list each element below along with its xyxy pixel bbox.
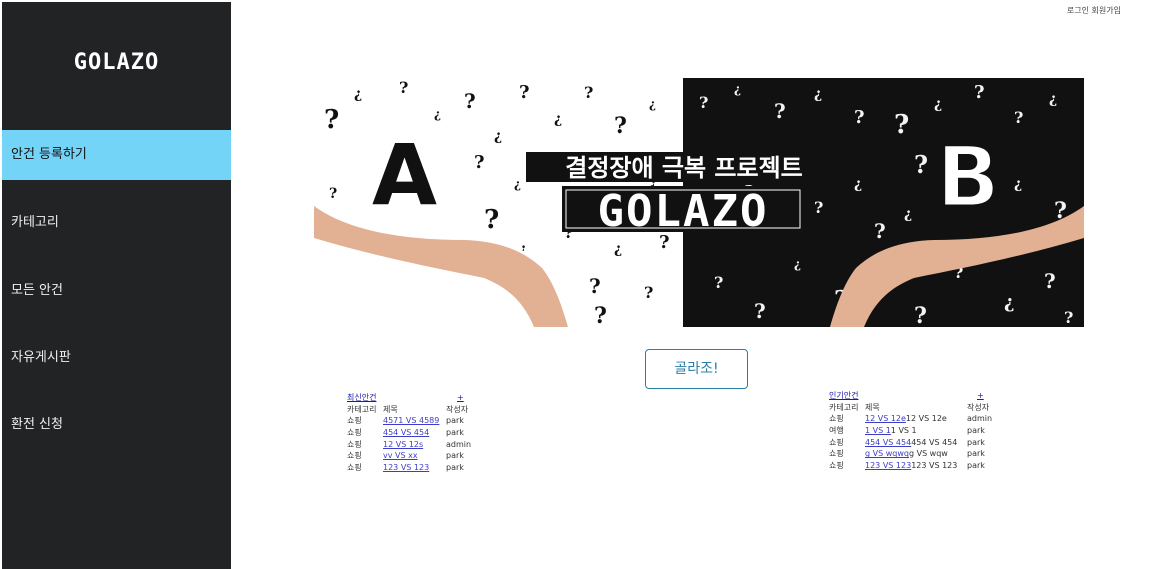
banner-brand: GOLAZO xyxy=(598,186,769,237)
svg-text:?: ? xyxy=(1044,269,1056,293)
topic-link[interactable]: 12 VS 12s xyxy=(383,440,423,449)
table-row: 쇼핑 454 VS 454454 VS 454 park xyxy=(829,437,985,447)
table-row: 쇼핑 g VS wqwqg VS wqw park xyxy=(829,449,985,459)
svg-text:¿: ¿ xyxy=(734,82,741,96)
svg-text:?: ? xyxy=(614,113,627,139)
banner-letter-a: A xyxy=(372,126,437,224)
svg-text:¿: ¿ xyxy=(614,241,622,257)
topic-link[interactable]: 123 VS 123 xyxy=(865,461,911,470)
svg-text:¿: ¿ xyxy=(934,96,942,112)
sidebar-item-all-topics[interactable]: 모든 안건 xyxy=(2,266,231,316)
sidebar-item-free-board[interactable]: 자유게시판 xyxy=(2,333,231,383)
popular-table-header: 카테고리 제목 작성자 xyxy=(829,402,990,412)
svg-text:¿: ¿ xyxy=(794,257,801,271)
topic-link[interactable]: 12 VS 12e xyxy=(865,414,906,423)
svg-text:?: ? xyxy=(814,198,823,217)
table-row: 쇼핑 123 VS 123123 VS 123 park xyxy=(829,461,985,471)
table-row: 쇼핑 4571 VS 4589 park xyxy=(347,416,464,426)
topic-link[interactable]: 454 VS 454 xyxy=(383,428,429,437)
sidebar-logo[interactable]: GOLAZO xyxy=(2,50,231,75)
svg-text:?: ? xyxy=(774,99,786,123)
svg-text:¿: ¿ xyxy=(1049,91,1057,107)
topic-link[interactable]: 454 VS 454 xyxy=(865,438,911,447)
top-links: 로그인 회원가입 xyxy=(1067,5,1121,16)
svg-text:?: ? xyxy=(519,82,530,103)
topic-link[interactable]: 4571 VS 4589 xyxy=(383,416,439,425)
svg-text:?: ? xyxy=(874,219,886,243)
table-row: 쇼핑 vv VS xx park xyxy=(347,451,464,461)
sidebar-item-register-topic[interactable]: 안건 등록하기 xyxy=(2,130,231,180)
svg-text:?: ? xyxy=(1014,108,1023,127)
latest-topics-title[interactable]: 최신안건 xyxy=(347,392,376,404)
latest-topics-panel: 최신안건 + 카테고리 제목 작성자 쇼핑 4571 VS 4589 park … xyxy=(347,392,497,474)
svg-text:¿: ¿ xyxy=(514,177,521,191)
table-row: 쇼핑 12 VS 12e12 VS 12e admin xyxy=(829,414,993,424)
svg-text:?: ? xyxy=(714,273,723,292)
table-row: 쇼핑 123 VS 123 park xyxy=(347,463,464,473)
svg-text:?: ? xyxy=(594,303,607,327)
svg-text:?: ? xyxy=(484,205,499,235)
svg-text:?: ? xyxy=(474,152,485,173)
svg-text:?: ? xyxy=(754,299,766,323)
topic-link[interactable]: g VS wqwq xyxy=(865,449,909,458)
table-row: 여행 1 VS 11 VS 1 park xyxy=(829,426,985,436)
svg-text:?: ? xyxy=(914,303,927,327)
svg-text:¿: ¿ xyxy=(854,176,862,192)
svg-text:¿: ¿ xyxy=(814,86,822,102)
svg-text:¿: ¿ xyxy=(1014,176,1022,192)
svg-text:?: ? xyxy=(644,283,653,302)
banner-art: ? ¿ ? ¿ ? ¿ ? ¿ ?? ¿? ? ¿ ?? ¿? ¿? ?? ? ¿ ?? ¿… xyxy=(314,78,1084,327)
svg-text:¿: ¿ xyxy=(354,86,362,102)
latest-table-header: 카테고리 제목 작성자 xyxy=(347,404,469,414)
svg-text:?: ? xyxy=(329,186,337,202)
popular-topics-panel: 인기안건 + 카테고리 제목 작성자 쇼핑 12 VS 12e12 VS 12e… xyxy=(829,390,1009,472)
table-row: 쇼핑 12 VS 12s admin xyxy=(347,439,472,449)
svg-text:?: ? xyxy=(699,93,708,112)
svg-text:?: ? xyxy=(584,83,593,102)
svg-text:¿: ¿ xyxy=(494,128,502,144)
login-link[interactable]: 로그인 xyxy=(1067,6,1089,15)
banner-headline: 결정장애 극복 프로젝트 xyxy=(565,154,803,182)
svg-text:¿: ¿ xyxy=(1004,292,1015,313)
latest-more-button[interactable]: + xyxy=(457,392,464,404)
svg-text:?: ? xyxy=(854,107,865,128)
banner-letter-b: B xyxy=(936,128,1000,226)
sidebar-item-exchange-request[interactable]: 환전 신청 xyxy=(2,400,231,450)
golazo-button[interactable]: 골라조! xyxy=(645,349,748,389)
popular-more-button[interactable]: + xyxy=(977,390,984,402)
table-row: 쇼핑 454 VS 454 park xyxy=(347,428,464,438)
svg-text:?: ? xyxy=(894,110,909,140)
popular-topics-title[interactable]: 인기안건 xyxy=(829,390,858,402)
svg-text:?: ? xyxy=(914,150,928,179)
topic-link[interactable]: 1 VS 1 xyxy=(865,426,891,435)
topic-link[interactable]: 123 VS 123 xyxy=(383,463,429,472)
signup-link[interactable]: 회원가입 xyxy=(1092,6,1121,15)
svg-text:?: ? xyxy=(399,78,408,97)
topic-link[interactable]: vv VS xx xyxy=(383,451,418,460)
sidebar: GOLAZO 안건 등록하기 카테고리 모든 안건 자유게시판 환전 신청 xyxy=(2,2,231,569)
svg-text:?: ? xyxy=(1064,308,1073,327)
svg-text:¿: ¿ xyxy=(649,97,656,111)
svg-text:¿: ¿ xyxy=(434,107,441,121)
svg-text:?: ? xyxy=(324,105,339,135)
svg-text:?: ? xyxy=(464,89,476,113)
svg-text:?: ? xyxy=(589,274,601,298)
svg-text:¿: ¿ xyxy=(904,206,912,222)
svg-text:?: ? xyxy=(974,82,985,103)
svg-text:¿: ¿ xyxy=(554,111,562,127)
hero-banner: ? ¿ ? ¿ ? ¿ ? ¿ ?? ¿? ? ¿ ?? ¿? ¿? ?? ? ¿ ?? ¿… xyxy=(314,78,1084,327)
sidebar-item-category[interactable]: 카테고리 xyxy=(2,198,231,248)
